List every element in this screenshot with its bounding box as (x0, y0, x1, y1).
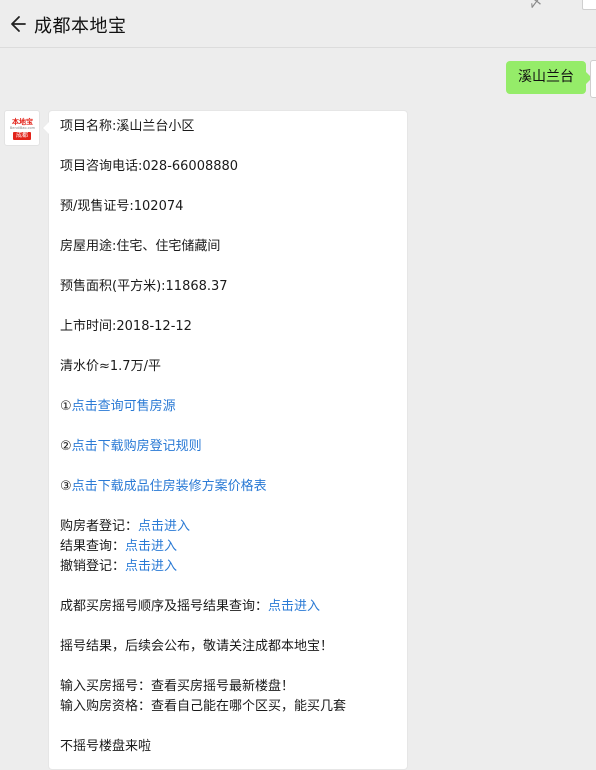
registration-row: 购房者登记：点击进入 (60, 517, 190, 537)
registration-row: 撤销登记：点击进入 (60, 557, 177, 577)
tip-qualification: 输入购房资格：查看自己能在哪个区买，能买几套 (60, 699, 347, 714)
registration-label: 撤销登记： (60, 559, 126, 574)
market-date: 上市时间:2018-12-12 (60, 319, 192, 334)
footer-text: 不摇号楼盘来啦 (60, 739, 152, 754)
logo-text: 本地宝 (12, 118, 33, 126)
presale-area: 预售面积(平方米):11868.37 (60, 279, 228, 294)
cancel-registration-link[interactable]: 点击进入 (125, 559, 177, 574)
notice-text: 摇号结果，后续会公布，敬请关注成都本地宝！ (60, 639, 334, 654)
numbered-link-row: ③点击下载成品住房装修方案价格表 (60, 477, 267, 497)
numbered-link-row: ②点击下载购房登记规则 (60, 437, 202, 457)
price-estimate: 清水价≈1.7万/平 (60, 359, 161, 374)
bot-message-bubble: 项目名称:溪山兰台小区 项目咨询电话:028-66008880 预/现售证号:1… (42, 110, 408, 770)
user-message-bubble: 溪山兰台 (506, 61, 592, 94)
housing-usage: 房屋用途:住宅、住宅储藏间 (60, 239, 221, 254)
link-number: ③ (60, 479, 72, 494)
numbered-link-row: ①点击查询可售房源 (60, 397, 176, 417)
registration-row: 结果查询：点击进入 (60, 537, 177, 557)
lottery-query-label: 成都买房摇号顺序及摇号结果查询： (60, 599, 269, 614)
download-price-table-link[interactable]: 点击下载成品住房装修方案价格表 (72, 479, 267, 494)
presale-cert: 预/现售证号:102074 (60, 199, 184, 214)
top-right-avatar-edge (582, 0, 596, 10)
registration-label: 购房者登记： (60, 519, 139, 534)
download-registration-rules-link[interactable]: 点击下载购房登记规则 (72, 439, 202, 454)
tip-lottery: 输入买房摇号：查看买房摇号最新楼盘！ (60, 679, 295, 694)
back-arrow-icon[interactable] (10, 15, 26, 33)
lottery-query-row: 成都买房摇号顺序及摇号结果查询：点击进入 (60, 597, 320, 617)
bot-avatar[interactable]: 本地宝 BendiBao.com 成都 (4, 110, 40, 146)
top-corner-glyph: 〆 (529, 0, 543, 11)
registration-label: 结果查询： (60, 539, 126, 554)
project-phone: 项目咨询电话:028-66008880 (60, 159, 239, 174)
project-name: 项目名称:溪山兰台小区 (60, 119, 195, 134)
top-bar: 成都本地宝 〆 (0, 0, 596, 48)
query-available-houses-link[interactable]: 点击查询可售房源 (72, 399, 176, 414)
page-title: 成都本地宝 (34, 16, 127, 37)
result-query-link[interactable]: 点击进入 (125, 539, 177, 554)
link-number: ① (60, 399, 72, 414)
lottery-query-link[interactable]: 点击进入 (268, 599, 320, 614)
buyer-registration-link[interactable]: 点击进入 (138, 519, 190, 534)
link-number: ② (60, 439, 72, 454)
user-avatar[interactable] (590, 60, 596, 98)
logo-url: BendiBao.com (9, 126, 36, 130)
logo-city-badge: 成都 (13, 132, 31, 140)
